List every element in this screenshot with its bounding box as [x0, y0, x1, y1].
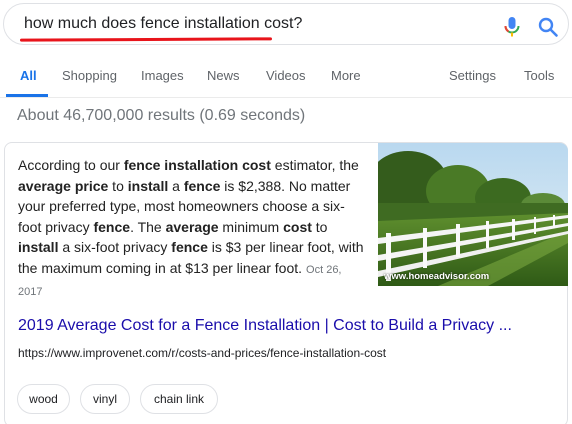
- snippet-segment: fence installation cost: [123, 157, 271, 173]
- chip-wood[interactable]: wood: [17, 384, 70, 414]
- snippet-segment: install: [18, 239, 59, 255]
- active-tab-indicator: [6, 94, 48, 97]
- snippet-thumbnail[interactable]: www.homeadvisor.com: [378, 143, 568, 286]
- snippet-segment: minimum: [218, 218, 284, 235]
- mic-icon[interactable]: [502, 16, 522, 38]
- search-bar[interactable]: how much does fence installation cost?: [3, 3, 569, 45]
- result-url[interactable]: https://www.improvenet.com/r/costs-and-p…: [18, 346, 386, 360]
- snippet-segment: to: [311, 218, 328, 235]
- tab-images[interactable]: Images: [141, 68, 184, 83]
- search-tabs: All Shopping Images News Videos More Set…: [0, 60, 572, 98]
- query-underline-annotation: [19, 37, 273, 42]
- search-icon[interactable]: [537, 16, 559, 38]
- snippet-segment: average price: [18, 177, 109, 194]
- snippet-segment: . The: [130, 218, 166, 235]
- snippet-segment: a six-foot privacy: [58, 239, 172, 255]
- tab-more[interactable]: More: [331, 68, 361, 83]
- tab-news[interactable]: News: [207, 68, 240, 83]
- chip-chain-link[interactable]: chain link: [140, 384, 218, 414]
- snippet-text: According to our fence installation cost…: [18, 155, 366, 303]
- tab-settings[interactable]: Settings: [449, 68, 496, 83]
- snippet-segment: fence: [183, 177, 221, 194]
- tab-tools[interactable]: Tools: [524, 68, 554, 83]
- snippet-segment: According to our: [18, 157, 124, 173]
- snippet-segment: a: [168, 177, 184, 194]
- snippet-segment: fence: [171, 239, 208, 255]
- result-title-link[interactable]: 2019 Average Cost for a Fence Installati…: [18, 317, 512, 335]
- snippet-segment: fence: [93, 218, 131, 235]
- featured-snippet: According to our fence installation cost…: [4, 142, 568, 424]
- snippet-segment: install: [127, 177, 169, 194]
- search-input[interactable]: how much does fence installation cost?: [24, 15, 302, 33]
- tab-shopping[interactable]: Shopping: [62, 68, 117, 83]
- snippet-segment: average: [165, 218, 219, 235]
- snippet-segment: estimator, the: [270, 157, 359, 173]
- tab-videos[interactable]: Videos: [266, 68, 306, 83]
- snippet-body: According to our fence installation cost…: [18, 157, 364, 276]
- image-credit: www.homeadvisor.com: [384, 271, 490, 282]
- chip-vinyl[interactable]: vinyl: [80, 384, 130, 414]
- result-stats: About 46,700,000 results (0.69 seconds): [17, 107, 306, 124]
- snippet-segment: to: [108, 177, 128, 194]
- tab-all[interactable]: All: [20, 68, 37, 83]
- snippet-segment: cost: [283, 218, 312, 235]
